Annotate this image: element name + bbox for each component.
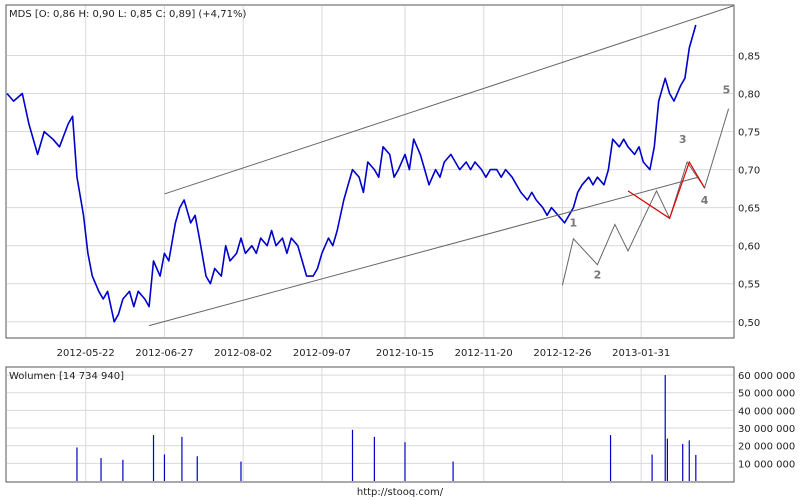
volume-bar — [609, 435, 612, 481]
stock-chart: 0,50 0,55 0,60 0,65 0,70 0,75 0,80 0,85 2012-05-… — [5, 4, 796, 498]
x-tick-label: 2012-10-15 — [376, 348, 434, 359]
volume-tick-label: 60 000 000 — [738, 371, 795, 382]
volume-bar — [452, 461, 454, 481]
y-tick-label: 0,60 — [738, 242, 760, 253]
volume-bar — [695, 454, 697, 481]
volume-title: Wolumen [14 734 940] — [9, 371, 124, 382]
volume-tick-label: 10 000 000 — [738, 459, 795, 470]
volume-bar — [163, 454, 166, 481]
volume-bar — [76, 447, 78, 481]
axis-ticks: 0,50 0,55 0,60 0,65 0,70 0,75 0,80 0,85 2012-05-… — [57, 51, 796, 470]
volume-bar — [682, 443, 684, 481]
volume-bar — [404, 442, 406, 481]
volume-bar — [181, 436, 183, 481]
volume-tick-label: 30 000 000 — [738, 424, 795, 435]
wave-label: 5 — [723, 84, 731, 97]
volume-panel-frame — [5, 366, 735, 483]
x-tick-label: 2012-08-02 — [214, 348, 272, 359]
footer-url[interactable]: http://stooq.com/ — [357, 487, 444, 498]
volume-bar — [664, 375, 666, 481]
x-tick-label: 2012-05-22 — [57, 348, 115, 359]
x-tick-label: 2012-11-20 — [455, 348, 513, 359]
y-tick-label: 0,55 — [738, 280, 760, 291]
volume-tick-label: 50 000 000 — [738, 389, 795, 400]
volume-tick-label: 40 000 000 — [738, 406, 795, 417]
wave-label: 1 — [570, 217, 578, 230]
y-tick-label: 0,70 — [738, 166, 760, 177]
wave-label: 4 — [701, 194, 709, 207]
volume-bar — [100, 458, 102, 481]
price-title: MDS [O: 0,86 H: 0,90 L: 0,85 C: 0,89] (+… — [9, 9, 246, 20]
y-tick-label: 0,65 — [738, 204, 760, 215]
channel-line — [164, 5, 734, 195]
x-tick-label: 2012-12-26 — [533, 348, 591, 359]
y-tick-label: 0,75 — [738, 128, 760, 139]
price-series — [6, 24, 697, 323]
y-tick-label: 0,50 — [738, 318, 760, 329]
volume-tick-label: 20 000 000 — [738, 442, 795, 453]
wave-label: 2 — [594, 268, 602, 281]
x-tick-label: 2013-01-31 — [612, 348, 670, 359]
trend-channel — [149, 5, 734, 327]
volume-bar — [666, 438, 668, 481]
wave-label: 3 — [679, 133, 687, 146]
x-tick-label: 2012-06-27 — [135, 348, 193, 359]
volume-bar — [196, 456, 198, 481]
volume-bar — [651, 454, 653, 481]
volume-bar — [351, 429, 354, 481]
volume-bar — [122, 459, 124, 481]
price-line — [6, 24, 697, 323]
volume-bar — [688, 440, 690, 481]
y-tick-label: 0,80 — [738, 90, 760, 101]
channel-line — [149, 176, 699, 327]
volume-bar — [152, 435, 155, 481]
x-tick-label: 2012-09-07 — [293, 348, 351, 359]
y-tick-label: 0,85 — [738, 51, 760, 62]
price-panel-frame — [5, 4, 735, 339]
volume-bar — [240, 461, 242, 481]
volume-bar — [373, 436, 375, 481]
